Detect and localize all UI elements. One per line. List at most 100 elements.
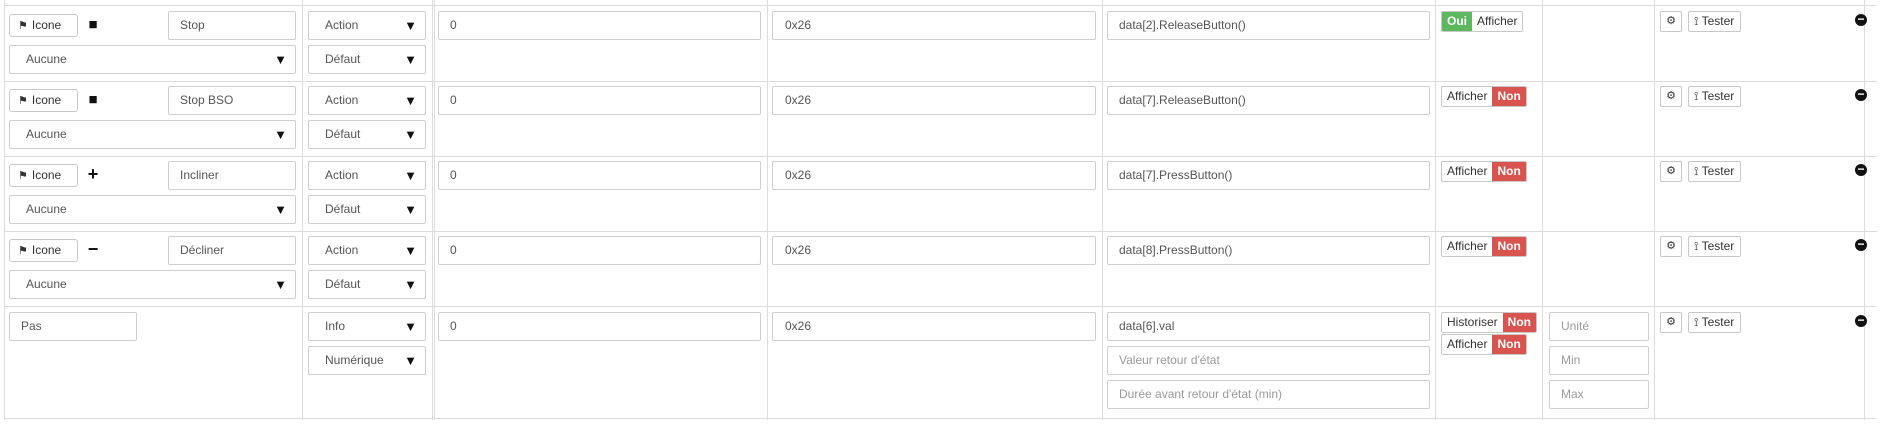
row-divider xyxy=(4,81,1877,82)
toggle-off-label: Afficher xyxy=(1447,239,1488,253)
address-input[interactable]: 0x26 xyxy=(772,86,1096,115)
column-divider xyxy=(4,0,5,420)
chevron-down-icon: ▼ xyxy=(404,93,417,108)
type-select[interactable]: Action ▼ xyxy=(308,161,426,190)
chevron-down-icon: ▼ xyxy=(404,319,417,334)
column-divider xyxy=(1654,0,1655,420)
flag-icon: ⚑ xyxy=(18,170,28,182)
toggle-no-label: Non xyxy=(1492,162,1526,181)
subtype-select[interactable]: Numérique ▼ xyxy=(308,346,426,375)
command-input[interactable]: data[8].PressButton() xyxy=(1107,236,1430,265)
address-input[interactable]: 0x26 xyxy=(772,236,1096,265)
advanced-config-button[interactable]: ⚙ xyxy=(1660,11,1682,32)
test-button-label: Tester xyxy=(1701,239,1735,253)
toggle-no-label: Non xyxy=(1492,335,1526,354)
chevron-down-icon: ▼ xyxy=(274,52,287,67)
plus-icon: + xyxy=(87,164,99,184)
test-button-label: Tester xyxy=(1701,315,1735,329)
type-select[interactable]: Info ▼ xyxy=(308,312,426,341)
type-select[interactable]: Action ▼ xyxy=(308,11,426,40)
command-input[interactable]: data[7].PressButton() xyxy=(1107,161,1430,190)
chevron-down-icon: ▼ xyxy=(274,202,287,217)
gears-icon: ⚙ xyxy=(1666,90,1676,102)
display-toggle[interactable]: Oui Afficher xyxy=(1441,11,1524,32)
subtype-select[interactable]: Défaut ▼ xyxy=(308,195,426,224)
gears-icon: ⚙ xyxy=(1666,165,1676,177)
display-toggle[interactable]: Afficher Non xyxy=(1441,161,1527,182)
object-select[interactable]: Aucune ▼ xyxy=(9,45,296,74)
return-state-input[interactable]: Valeur retour d'état xyxy=(1107,346,1430,375)
historize-toggle[interactable]: Historiser Non xyxy=(1441,312,1537,333)
display-toggle[interactable]: Afficher Non xyxy=(1441,236,1527,257)
address-input[interactable]: 0x26 xyxy=(772,312,1096,341)
command-input[interactable]: data[6].val xyxy=(1107,312,1430,341)
subtype-select-value: Défaut xyxy=(325,277,361,291)
test-button[interactable]: ⟟ Tester xyxy=(1688,161,1742,182)
unit-input[interactable]: Unité xyxy=(1549,312,1649,341)
object-select[interactable]: Aucune ▼ xyxy=(9,195,296,224)
advanced-config-button[interactable]: ⚙ xyxy=(1660,161,1682,182)
remove-command-icon[interactable]: − xyxy=(1855,88,1867,101)
address-input[interactable]: 0x26 xyxy=(772,11,1096,40)
chevron-down-icon: ▼ xyxy=(404,127,417,142)
row-divider xyxy=(4,231,1877,232)
test-button[interactable]: ⟟ Tester xyxy=(1688,11,1742,32)
subtype-select[interactable]: Défaut ▼ xyxy=(308,270,426,299)
value-input[interactable]: 0 xyxy=(438,86,761,115)
display-toggle[interactable]: Afficher Non xyxy=(1441,86,1527,107)
command-name-input[interactable]: Décliner xyxy=(168,236,296,265)
test-button[interactable]: ⟟ Tester xyxy=(1688,312,1742,333)
stop-square-icon: ■ xyxy=(88,91,98,108)
max-input[interactable]: Max xyxy=(1549,380,1649,409)
toggle-no-label: Non xyxy=(1502,313,1536,332)
command-name-input[interactable]: Incliner xyxy=(168,161,296,190)
column-divider xyxy=(432,0,433,420)
type-select-value: Action xyxy=(325,168,359,182)
remove-command-icon[interactable]: − xyxy=(1855,163,1867,176)
remove-command-icon[interactable]: − xyxy=(1855,314,1867,327)
flag-icon: ⚑ xyxy=(18,245,28,257)
subtype-select-value: Numérique xyxy=(325,353,384,367)
remove-command-icon[interactable]: − xyxy=(1855,238,1867,251)
toggle-off-label: Afficher xyxy=(1447,164,1488,178)
type-select-value: Action xyxy=(325,93,359,107)
type-select[interactable]: Action ▼ xyxy=(308,86,426,115)
column-divider xyxy=(434,0,435,420)
command-input[interactable]: data[2].ReleaseButton() xyxy=(1107,11,1430,40)
icon-select-button[interactable]: ⚑ Icone xyxy=(9,239,78,262)
command-name-input[interactable]: Stop BSO xyxy=(168,86,296,115)
advanced-config-button[interactable]: ⚙ xyxy=(1660,86,1682,107)
toggle-on-label: Oui xyxy=(1442,12,1472,31)
value-input[interactable]: 0 xyxy=(438,312,761,341)
value-input[interactable]: 0 xyxy=(438,11,761,40)
object-select[interactable]: Aucune ▼ xyxy=(9,270,296,299)
object-select[interactable]: Aucune ▼ xyxy=(9,120,296,149)
row-divider xyxy=(4,418,1877,419)
test-button-label: Tester xyxy=(1701,89,1735,103)
test-button[interactable]: ⟟ Tester xyxy=(1688,236,1742,257)
icon-select-button[interactable]: ⚑ Icone xyxy=(9,89,78,112)
command-input[interactable]: data[7].ReleaseButton() xyxy=(1107,86,1430,115)
min-input[interactable]: Min xyxy=(1549,346,1649,375)
address-input[interactable]: 0x26 xyxy=(772,161,1096,190)
chevron-down-icon: ▼ xyxy=(404,168,417,183)
command-name-input[interactable]: Stop xyxy=(168,11,296,40)
subtype-select[interactable]: Défaut ▼ xyxy=(308,45,426,74)
subtype-select[interactable]: Défaut ▼ xyxy=(308,120,426,149)
rss-icon: ⟟ xyxy=(1694,164,1699,178)
advanced-config-button[interactable]: ⚙ xyxy=(1660,312,1682,333)
type-select[interactable]: Action ▼ xyxy=(308,236,426,265)
command-name-input[interactable]: Pas xyxy=(9,312,137,341)
return-delay-input[interactable]: Durée avant retour d'état (min) xyxy=(1107,380,1430,409)
object-select-value: Aucune xyxy=(26,127,67,141)
subtype-select-value: Défaut xyxy=(325,202,361,216)
remove-command-icon[interactable]: − xyxy=(1855,13,1867,26)
chevron-down-icon: ▼ xyxy=(274,277,287,292)
advanced-config-button[interactable]: ⚙ xyxy=(1660,236,1682,257)
value-input[interactable]: 0 xyxy=(438,236,761,265)
value-input[interactable]: 0 xyxy=(438,161,761,190)
icon-select-button[interactable]: ⚑ Icone xyxy=(9,14,78,37)
test-button[interactable]: ⟟ Tester xyxy=(1688,86,1742,107)
icon-select-button[interactable]: ⚑ Icone xyxy=(9,164,78,187)
display-toggle[interactable]: Afficher Non xyxy=(1441,334,1527,355)
